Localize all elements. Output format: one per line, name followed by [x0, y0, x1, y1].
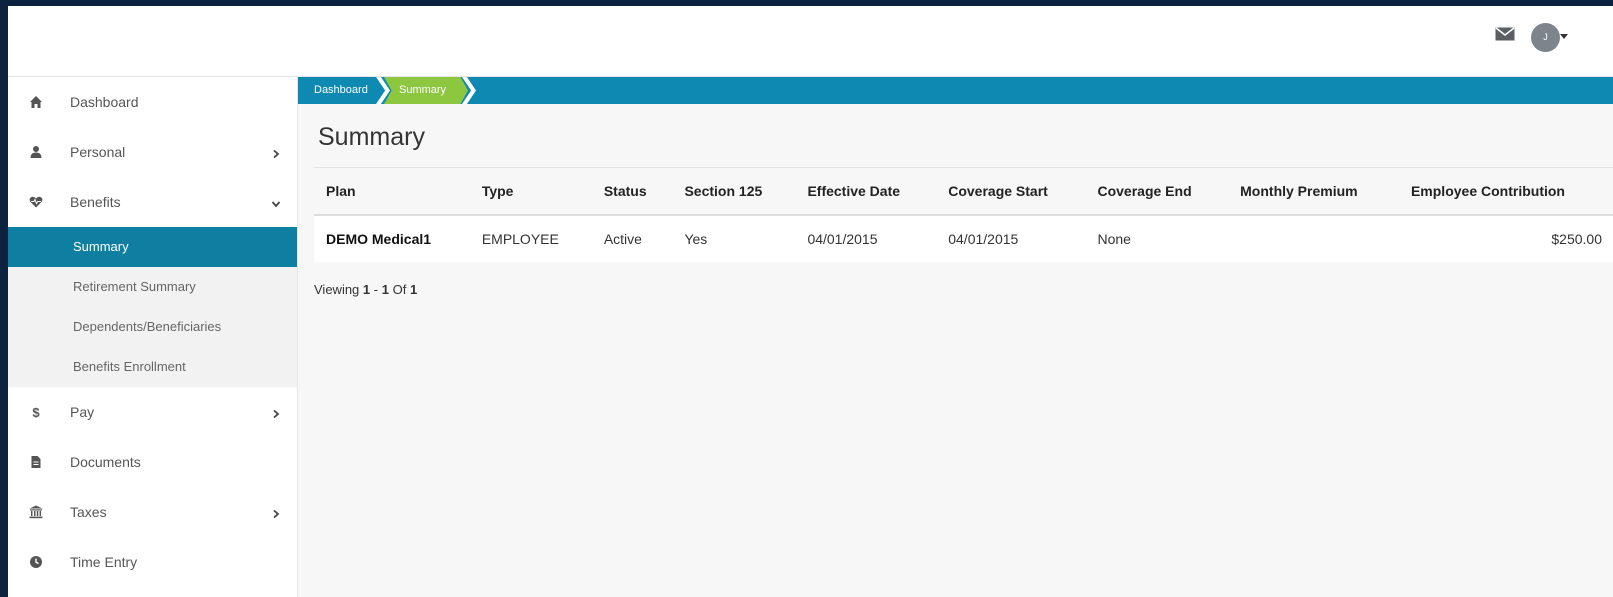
chevron-down-icon[interactable]	[271, 196, 281, 208]
cell-effective-date: 04/01/2015	[795, 215, 937, 262]
sidebar-item-label: Taxes	[70, 504, 107, 520]
sidebar-item-pay[interactable]: $ Pay	[8, 387, 297, 437]
table-header-row: Plan Type Status Section 125 Effective D…	[314, 168, 1613, 216]
sidebar-subitem-summary[interactable]: Summary	[8, 227, 297, 267]
sidebar-item-label: Dashboard	[70, 94, 139, 110]
sidebar-item-taxes[interactable]: Taxes	[8, 487, 297, 537]
table-row[interactable]: DEMO Medical1 EMPLOYEE Active Yes 04/01/…	[314, 215, 1613, 262]
pagination-to: 1	[381, 282, 389, 297]
breadcrumb-dashboard[interactable]: Dashboard	[314, 77, 368, 104]
pagination-total: 1	[409, 282, 418, 297]
column-header-coverage-start[interactable]: Coverage Start	[936, 168, 1086, 216]
chevron-right-icon[interactable]	[271, 146, 281, 159]
cell-coverage-end: None	[1085, 215, 1229, 262]
breadcrumb-summary[interactable]: Summary	[384, 77, 468, 104]
envelope-icon[interactable]	[1495, 27, 1515, 41]
sidebar-item-label: Documents	[70, 454, 141, 470]
app-window: J Dashboard Personal Benefits Summary Re…	[8, 6, 1613, 597]
breadcrumb: Dashboard Summary	[298, 77, 1613, 104]
column-header-effective-date[interactable]: Effective Date	[795, 168, 937, 216]
sidebar-item-label: Personal	[70, 144, 126, 160]
sidebar-subitem-dependents-beneficiaries[interactable]: Dependents/Beneficiaries	[8, 307, 297, 347]
sidebar-subitem-benefits-enrollment[interactable]: Benefits Enrollment	[8, 347, 297, 387]
sidebar-item-time-entry[interactable]: Time Entry	[8, 537, 297, 587]
pagination-dash: -	[373, 282, 379, 297]
sidebar-item-label: Benefits	[70, 194, 121, 210]
column-header-section-125[interactable]: Section 125	[672, 168, 796, 216]
column-header-coverage-end[interactable]: Coverage End	[1085, 168, 1229, 216]
pagination-from: 1	[362, 282, 371, 297]
pagination-of: Of	[392, 282, 407, 297]
page-title: Summary	[318, 123, 425, 151]
column-header-plan[interactable]: Plan	[314, 168, 470, 216]
sidebar-item-label: Time Entry	[70, 554, 138, 570]
column-header-monthly-premium[interactable]: Monthly Premium	[1228, 168, 1399, 216]
column-header-type[interactable]: Type	[469, 168, 592, 216]
benefits-summary-table: Plan Type Status Section 125 Effective D…	[314, 168, 1613, 262]
cell-monthly-premium	[1228, 215, 1399, 262]
sidebar-item-personal[interactable]: Personal	[8, 127, 297, 177]
pagination-prefix: Viewing	[314, 282, 360, 297]
sidebar-subitem-retirement-summary[interactable]: Retirement Summary	[8, 267, 297, 307]
file-icon	[29, 455, 43, 469]
cell-plan: DEMO Medical1	[314, 215, 470, 262]
cell-status: Active	[591, 215, 673, 262]
sidebar-item-documents[interactable]: Documents	[8, 437, 297, 487]
clock-icon	[29, 555, 43, 569]
benefits-submenu: Summary Retirement Summary Dependents/Be…	[8, 227, 297, 387]
cell-coverage-start: 04/01/2015	[936, 215, 1086, 262]
dollar-icon: $	[29, 405, 43, 419]
sidebar-item-dashboard[interactable]: Dashboard	[8, 77, 297, 127]
chevron-down-icon[interactable]	[1560, 34, 1568, 39]
chevron-right-icon[interactable]	[271, 406, 281, 419]
heartbeat-icon	[29, 195, 43, 209]
sidebar: Dashboard Personal Benefits Summary Reti…	[8, 77, 298, 597]
sidebar-item-label: Pay	[70, 404, 95, 420]
user-icon	[29, 145, 43, 159]
column-header-employee-contribution[interactable]: Employee Contribution	[1398, 168, 1613, 216]
svg-text:$: $	[32, 405, 40, 419]
cell-employee-contribution: $250.00	[1398, 215, 1613, 262]
cell-type: EMPLOYEE	[469, 215, 592, 262]
pagination-info: Viewing 1 - 1 Of 1	[314, 282, 417, 297]
home-icon	[29, 95, 43, 109]
sidebar-item-benefits[interactable]: Benefits	[8, 177, 297, 227]
cell-section-125: Yes	[672, 215, 796, 262]
bank-icon	[29, 505, 43, 519]
column-header-status[interactable]: Status	[591, 168, 673, 216]
avatar[interactable]: J	[1531, 23, 1560, 52]
main-content: Dashboard Summary Summary Plan Type Stat…	[298, 77, 1613, 597]
top-header: J	[8, 6, 1613, 77]
chevron-right-icon[interactable]	[271, 506, 281, 519]
